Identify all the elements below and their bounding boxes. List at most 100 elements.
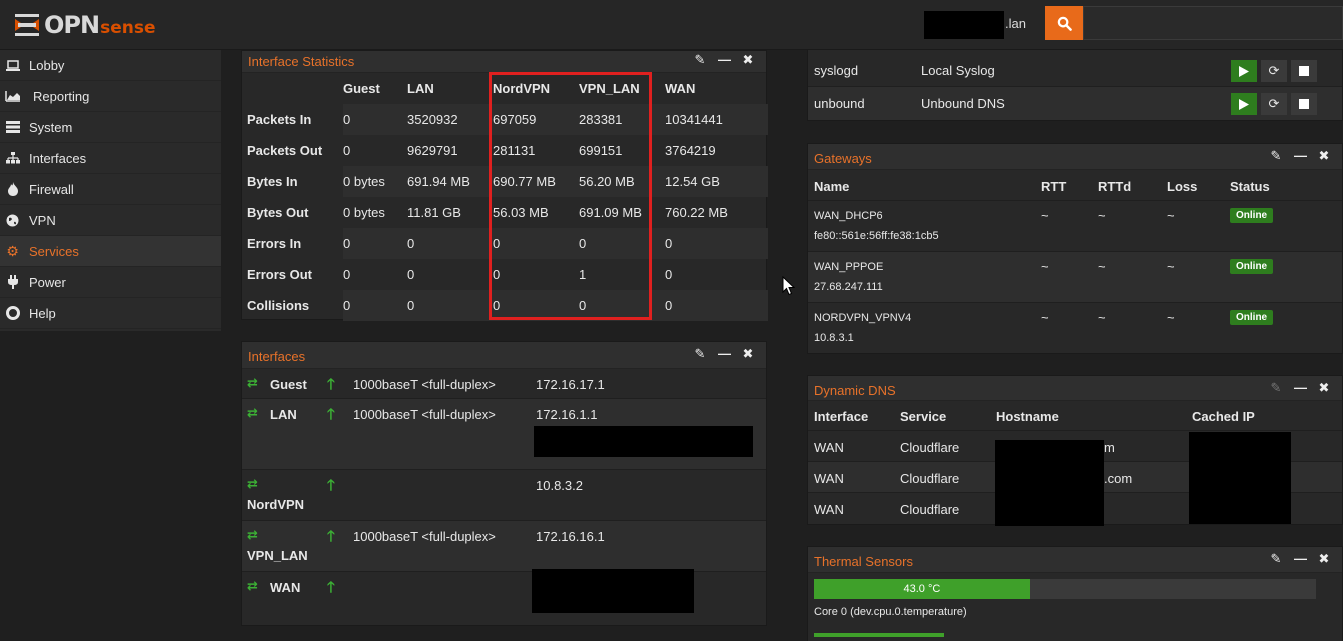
sidebar-item-label: VPN bbox=[29, 212, 56, 228]
opnsense-logo[interactable]: OPN sense bbox=[14, 10, 155, 40]
col-header: Interface bbox=[814, 409, 869, 424]
arrow-up-icon: 🡑 bbox=[327, 406, 335, 423]
table-cell: 0 bbox=[665, 267, 673, 282]
gateway-name: WAN_DHCP6 bbox=[814, 210, 883, 222]
ddns-service: Cloudflare bbox=[900, 471, 960, 486]
refresh-icon: ⟳ bbox=[1268, 63, 1280, 78]
minimize-icon[interactable]: — bbox=[1294, 551, 1307, 567]
next-sensor-bar bbox=[814, 633, 944, 637]
globe-icon bbox=[4, 213, 21, 227]
table-cell: 691.94 MB bbox=[407, 166, 493, 197]
service-row: syslogd Local Syslog ⟳ bbox=[808, 50, 1342, 87]
interface-statistics-widget: Interface Statistics ✎ — ✖ Guest LAN Nor… bbox=[241, 50, 768, 321]
table-cell: 0 bbox=[665, 228, 768, 259]
edit-icon[interactable]: ✎ bbox=[1270, 380, 1282, 396]
sidebar-item-interfaces[interactable]: Interfaces bbox=[0, 143, 221, 174]
gateway-row: WAN_PPPOE 27.68.247.111 ~ ~ ~ Online bbox=[808, 252, 1342, 303]
col-header: Status bbox=[1230, 179, 1270, 194]
sidebar-item-help[interactable]: Help bbox=[0, 298, 221, 329]
minimize-icon[interactable]: — bbox=[718, 346, 731, 362]
close-icon[interactable]: ✖ bbox=[742, 52, 754, 68]
service-desc: Local Syslog bbox=[921, 63, 995, 78]
minimize-icon[interactable]: — bbox=[718, 52, 731, 68]
table-cell: 0 bytes bbox=[343, 205, 385, 220]
ddns-hostname: .com bbox=[1104, 471, 1133, 486]
sidebar-item-label: Services bbox=[29, 243, 79, 259]
table-cell: 0 bbox=[407, 267, 415, 282]
restart-service-button[interactable]: ⟳ bbox=[1261, 60, 1287, 82]
gateway-row: WAN_DHCP6 fe80::561e:56ff:fe38:1cb5 ~ ~ … bbox=[808, 201, 1342, 252]
gateway-loss: ~ bbox=[1167, 208, 1175, 223]
table-cell: 12.54 GB bbox=[665, 166, 768, 197]
interface-name: NordVPN bbox=[247, 497, 305, 512]
redacted-hostname bbox=[924, 11, 1004, 39]
service-name: unbound bbox=[814, 96, 865, 111]
col-header: Name bbox=[814, 179, 850, 194]
search-icon bbox=[1057, 16, 1072, 31]
close-icon[interactable]: ✖ bbox=[742, 346, 754, 362]
search-button[interactable] bbox=[1045, 6, 1083, 40]
sidebar-item-lobby[interactable]: Lobby bbox=[0, 50, 221, 81]
area-chart-icon bbox=[4, 89, 21, 103]
table-cell: 0 bytes bbox=[343, 166, 407, 197]
sidebar-item-label: Power bbox=[29, 274, 66, 290]
edit-icon[interactable]: ✎ bbox=[694, 346, 706, 362]
stop-service-button[interactable] bbox=[1291, 93, 1317, 115]
widget-header: Gateways ✎ — ✖ bbox=[808, 144, 1342, 170]
gateway-rttd: ~ bbox=[1098, 208, 1106, 223]
status-badge: Online bbox=[1230, 208, 1274, 223]
opnsense-logo-icon bbox=[14, 12, 40, 38]
service-name: syslogd bbox=[814, 63, 859, 78]
close-icon[interactable]: ✖ bbox=[1318, 148, 1330, 164]
gateway-rtt: ~ bbox=[1041, 310, 1049, 325]
interface-ip: 172.16.1.1 bbox=[536, 407, 598, 422]
start-service-button[interactable] bbox=[1231, 60, 1257, 82]
sidebar-item-vpn[interactable]: VPN bbox=[0, 205, 221, 236]
minimize-icon[interactable]: — bbox=[1294, 148, 1307, 164]
redacted-block bbox=[532, 569, 694, 613]
sidebar-item-firewall[interactable]: Firewall bbox=[0, 174, 221, 205]
sidebar-item-system[interactable]: System bbox=[0, 112, 221, 143]
refresh-icon: ⟳ bbox=[1268, 96, 1280, 111]
close-icon[interactable]: ✖ bbox=[1318, 380, 1330, 396]
widget-title: Dynamic DNS bbox=[814, 383, 896, 398]
interface-row-nordvpn: ⇄ NordVPN 🡑 10.8.3.2 bbox=[242, 470, 766, 521]
interface-ip: 172.16.17.1 bbox=[536, 377, 605, 392]
table-cell: 0 bbox=[343, 267, 351, 282]
row-label: Bytes Out bbox=[247, 205, 309, 220]
minimize-icon[interactable]: — bbox=[1294, 380, 1307, 396]
interface-media: 1000baseT <full-duplex> bbox=[353, 407, 496, 422]
table-cell: 760.22 MB bbox=[665, 205, 728, 220]
arrows-exchange-icon: ⇄ bbox=[247, 476, 258, 491]
table-cell: 0 bbox=[665, 290, 768, 321]
col-header: LAN bbox=[407, 81, 434, 96]
redacted-ip-block bbox=[1189, 432, 1291, 524]
widget-title: Interfaces bbox=[248, 349, 306, 364]
temperature-bar-fill: 43.0 °C bbox=[814, 579, 1030, 599]
interface-name: VPN_LAN bbox=[247, 548, 308, 563]
col-header: RTT bbox=[1041, 179, 1067, 194]
start-service-button[interactable] bbox=[1231, 93, 1257, 115]
redacted-block bbox=[534, 426, 753, 457]
col-header: Loss bbox=[1167, 179, 1198, 194]
table-cell: 0 bbox=[343, 143, 351, 158]
sidebar-item-reporting[interactable]: Reporting bbox=[0, 81, 221, 112]
interface-name: LAN bbox=[270, 407, 297, 422]
temperature-reading: 43.0 °C bbox=[903, 583, 941, 595]
edit-icon[interactable]: ✎ bbox=[1270, 148, 1282, 164]
ddns-interface: WAN bbox=[814, 471, 844, 486]
sidebar-item-services[interactable]: ⚙ Services bbox=[0, 236, 221, 267]
widget-header: Dynamic DNS ✎ — ✖ bbox=[808, 376, 1342, 401]
close-icon[interactable]: ✖ bbox=[1318, 551, 1330, 567]
table-cell: 0 bbox=[407, 228, 493, 259]
search-input[interactable] bbox=[1083, 6, 1343, 40]
edit-icon[interactable]: ✎ bbox=[1270, 551, 1282, 567]
interface-row-guest: ⇄ Guest 🡑 1000baseT <full-duplex> 172.16… bbox=[242, 369, 766, 399]
widget-tools: ✎ — ✖ bbox=[1270, 148, 1330, 164]
restart-service-button[interactable]: ⟳ bbox=[1261, 93, 1287, 115]
sidebar: Lobby Reporting System Interfaces Firewa… bbox=[0, 50, 221, 331]
sidebar-item-power[interactable]: Power bbox=[0, 267, 221, 298]
edit-icon[interactable]: ✎ bbox=[694, 52, 706, 68]
arrow-up-icon: 🡑 bbox=[327, 376, 335, 393]
stop-service-button[interactable] bbox=[1291, 60, 1317, 82]
